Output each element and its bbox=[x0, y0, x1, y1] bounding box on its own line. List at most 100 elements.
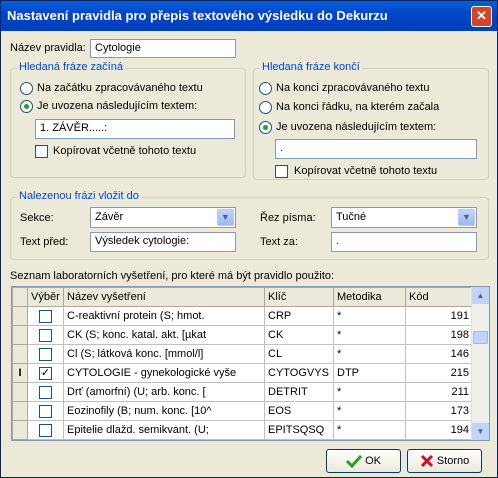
row-checkbox[interactable] bbox=[39, 404, 52, 418]
cancel-button[interactable]: Storno bbox=[407, 449, 482, 473]
row-checkbox[interactable] bbox=[39, 385, 52, 399]
scroll-up-arrow-icon[interactable]: ▲ bbox=[472, 287, 489, 304]
row-indicator bbox=[12, 306, 28, 326]
table-row[interactable]: Cl (S; látková konc. [mmol/l] CL * 146 bbox=[12, 344, 473, 364]
code-cell: 191 bbox=[405, 306, 473, 326]
text-before-label: Text před: bbox=[20, 236, 69, 248]
text-before-input[interactable]: Výsledek cytologie: bbox=[90, 232, 236, 252]
table-row[interactable]: CK (S; konc. katal. akt. [µkat CK * 198 bbox=[12, 325, 473, 345]
section-select[interactable]: Závěr ▼ bbox=[90, 207, 236, 228]
start-prefixed-radio[interactable] bbox=[20, 100, 33, 113]
col-header-method[interactable]: Metodika bbox=[333, 287, 406, 307]
row-checkbox[interactable] bbox=[39, 423, 52, 437]
exam-grid[interactable]: Výběr Název vyšetření Klíč Metodika Kód … bbox=[11, 286, 490, 441]
table-row[interactable]: Epitelie dlažd. semikvant. (U; EPITSQSQ * 1… bbox=[12, 420, 473, 440]
insert-target-legend: Nalezenou frázi vložit do bbox=[17, 190, 141, 202]
font-style-label: Řez písma: bbox=[260, 212, 316, 224]
ok-label: OK bbox=[365, 455, 381, 467]
code-cell: 173 bbox=[405, 401, 473, 421]
code-cell: 215 bbox=[405, 363, 473, 383]
col-header-name[interactable]: Název vyšetření bbox=[63, 287, 265, 307]
font-style-value: Tučné bbox=[336, 211, 367, 223]
text-after-input[interactable]: . bbox=[331, 232, 477, 252]
end-at-text-end-radio[interactable] bbox=[259, 82, 272, 95]
end-opt1-label: Na konci zpracovávaného textu bbox=[276, 82, 430, 94]
font-style-select[interactable]: Tučné ▼ bbox=[331, 207, 477, 228]
start-prefix-input[interactable]: 1. ZÁVĚR.....: bbox=[35, 119, 235, 139]
table-row[interactable]: C-reaktivní protein (S; hmot. CRP * 191 bbox=[12, 306, 473, 326]
rule-name-input[interactable]: Cytologie bbox=[90, 39, 236, 58]
col-header-code[interactable]: Kód bbox=[405, 287, 473, 307]
key-cell: CK bbox=[264, 325, 334, 345]
select-cell[interactable] bbox=[27, 382, 64, 402]
name-cell: Drť (amorfní) (U; arb. konc. [ bbox=[63, 382, 265, 402]
select-cell[interactable] bbox=[27, 306, 64, 326]
row-indicator: I bbox=[12, 363, 28, 383]
end-opt3-label: Je uvozena následujícím textem: bbox=[276, 121, 437, 133]
start-copy-checkbox[interactable] bbox=[35, 145, 48, 158]
start-at-text-begin-radio[interactable] bbox=[20, 82, 33, 95]
row-checkbox[interactable] bbox=[39, 347, 52, 361]
select-cell[interactable] bbox=[27, 420, 64, 440]
end-prefixed-radio[interactable] bbox=[259, 121, 272, 134]
code-cell: 146 bbox=[405, 344, 473, 364]
indicator-header bbox=[12, 287, 28, 307]
exam-table: Výběr Název vyšetření Klíč Metodika Kód … bbox=[12, 287, 473, 440]
key-cell: EOS bbox=[264, 401, 334, 421]
row-checkbox[interactable] bbox=[39, 309, 52, 323]
name-cell: C-reaktivní protein (S; hmot. bbox=[63, 306, 265, 326]
title-bar[interactable]: Nastavení pravidla pro přepis textového … bbox=[1, 1, 497, 31]
ok-button[interactable]: OK bbox=[326, 449, 401, 473]
close-button[interactable]: ✕ bbox=[471, 6, 492, 27]
scroll-thumb[interactable] bbox=[473, 331, 488, 344]
end-copy-checkbox[interactable] bbox=[275, 165, 288, 178]
row-indicator bbox=[12, 325, 28, 345]
end-at-line-end-radio[interactable] bbox=[259, 101, 272, 114]
code-cell: 194 bbox=[405, 420, 473, 440]
end-opt2-label: Na konci řádku, na kterém začala bbox=[276, 101, 440, 113]
key-cell: DETRIT bbox=[264, 382, 334, 402]
window-title: Nastavení pravidla pro přepis textového … bbox=[7, 8, 388, 23]
row-checkbox[interactable] bbox=[39, 328, 52, 342]
table-row[interactable]: Eozinofily (B; num. konc. [10^ EOS * 173 bbox=[12, 401, 473, 421]
row-checkbox[interactable]: ✓ bbox=[39, 366, 52, 380]
chevron-down-icon[interactable]: ▼ bbox=[217, 209, 234, 226]
checkmark-icon bbox=[345, 455, 363, 469]
key-cell: CRP bbox=[264, 306, 334, 326]
key-cell: CYTOGVYS bbox=[264, 363, 334, 383]
start-copy-label: Kopírovat včetně tohoto textu bbox=[53, 145, 197, 157]
start-opt2-label: Je uvozena následujícím textem: bbox=[37, 100, 198, 112]
key-cell: EPITSQSQ bbox=[264, 420, 334, 440]
select-cell[interactable] bbox=[27, 401, 64, 421]
cross-icon bbox=[420, 455, 433, 468]
name-cell: CK (S; konc. katal. akt. [µkat bbox=[63, 325, 265, 345]
col-header-key[interactable]: Klíč bbox=[264, 287, 334, 307]
method-cell: * bbox=[333, 420, 406, 440]
table-row[interactable]: I ✓ CYTOLOGIE - gynekologické vyše CYTOGVYS… bbox=[12, 363, 473, 383]
name-cell: Eozinofily (B; num. konc. [10^ bbox=[63, 401, 265, 421]
method-cell: * bbox=[333, 325, 406, 345]
table-row[interactable]: Drť (amorfní) (U; arb. konc. [DETRIT * 211 bbox=[12, 382, 473, 402]
method-cell: * bbox=[333, 401, 406, 421]
row-indicator bbox=[12, 382, 28, 402]
end-copy-label: Kopírovat včetně tohoto textu bbox=[294, 165, 438, 177]
select-cell[interactable] bbox=[27, 325, 64, 345]
name-cell: Epitelie dlažd. semikvant. (U; bbox=[63, 420, 265, 440]
chevron-down-icon[interactable]: ▼ bbox=[458, 209, 475, 226]
scroll-down-arrow-icon[interactable]: ▼ bbox=[472, 423, 489, 440]
row-indicator bbox=[12, 344, 28, 364]
close-icon: ✕ bbox=[476, 8, 487, 23]
cancel-label: Storno bbox=[436, 455, 470, 467]
end-prefix-input[interactable]: . bbox=[275, 139, 477, 159]
method-cell: * bbox=[333, 382, 406, 402]
text-after-label: Text za: bbox=[260, 236, 298, 248]
method-cell: * bbox=[333, 344, 406, 364]
name-cell: Cl (S; látková konc. [mmol/l] bbox=[63, 344, 265, 364]
start-opt1-label: Na začátku zpracovávaného textu bbox=[37, 82, 203, 94]
rule-name-label: Název pravidla: bbox=[10, 42, 86, 54]
grid-scrollbar[interactable]: ▲ ▼ bbox=[471, 287, 489, 440]
select-cell[interactable] bbox=[27, 344, 64, 364]
col-header-select[interactable]: Výběr bbox=[27, 287, 64, 307]
row-indicator bbox=[12, 420, 28, 440]
select-cell[interactable]: ✓ bbox=[27, 363, 64, 383]
